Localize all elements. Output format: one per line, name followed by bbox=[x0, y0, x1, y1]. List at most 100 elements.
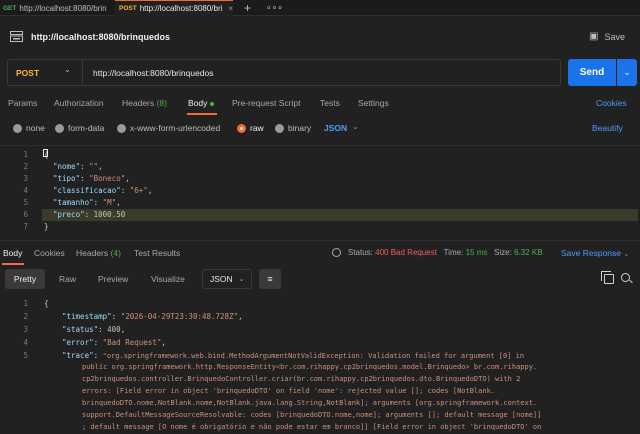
tab-tests[interactable]: Tests bbox=[320, 98, 340, 108]
body-type-label: x-www-form-urlencoded bbox=[130, 123, 221, 133]
tab-bar: GET http://localhost:8080/brin POST http… bbox=[0, 0, 640, 16]
line-number: 4 bbox=[23, 186, 28, 195]
response-tab-cookies[interactable]: Cookies bbox=[34, 248, 65, 258]
active-tab-underline bbox=[187, 113, 217, 115]
code-open-brace: { bbox=[44, 150, 49, 159]
time-label: Time: bbox=[443, 248, 464, 257]
tab-url: http://localhost:8080/brin bbox=[19, 3, 107, 13]
line-number: 7 bbox=[23, 222, 28, 231]
body-type-raw[interactable]: raw bbox=[237, 123, 264, 133]
size-label: Size: bbox=[494, 248, 512, 257]
tab-body-label: Body bbox=[188, 98, 208, 108]
response-status-line: Status: 400 Bad Request Time: 15 ms Size… bbox=[348, 248, 543, 257]
request-title[interactable]: http://localhost:8080/brinquedos bbox=[31, 32, 170, 42]
response-tab-headers[interactable]: Headers (4) bbox=[76, 248, 121, 258]
body-type-form-data[interactable]: form-data bbox=[55, 123, 104, 133]
tab-authorization[interactable]: Authorization bbox=[54, 98, 104, 108]
response-line: "error": "Bad Request", bbox=[62, 338, 166, 347]
response-line: "timestamp": "2026-04-29T23:30:48.728Z", bbox=[62, 312, 243, 321]
radio-selected-icon bbox=[237, 123, 246, 133]
view-raw-button[interactable]: Raw bbox=[59, 274, 76, 284]
url-bar bbox=[7, 59, 561, 86]
body-type-label: none bbox=[26, 123, 45, 133]
line-number: 4 bbox=[23, 338, 28, 347]
chevron-down-icon[interactable]: ⌄ bbox=[64, 65, 71, 74]
send-button[interactable]: Send bbox=[568, 59, 616, 86]
beautify-button[interactable]: Beautify bbox=[592, 123, 623, 133]
method-select[interactable]: POST bbox=[16, 68, 39, 78]
close-icon[interactable]: × bbox=[228, 4, 233, 13]
more-tabs-icon[interactable]: ∘∘∘ bbox=[266, 2, 283, 13]
line-number: 3 bbox=[23, 325, 28, 334]
response-format-select[interactable]: JSON ⌄ bbox=[202, 269, 252, 289]
line-number: 5 bbox=[23, 351, 28, 360]
response-trace-line: errors: [Field error in object 'brinqued… bbox=[82, 387, 496, 395]
response-tab-body[interactable]: Body bbox=[3, 248, 22, 258]
url-input[interactable]: http://localhost:8080/brinquedos bbox=[93, 68, 214, 78]
code-line: "classificacao": "6+", bbox=[53, 186, 153, 195]
headers-count: (4) bbox=[110, 248, 121, 258]
tab-headers-label: Headers bbox=[122, 98, 155, 108]
chevron-down-icon: ⌄ bbox=[238, 276, 245, 283]
response-trace-line: support.DefaultMessageSourceResolvable: … bbox=[82, 411, 542, 419]
tab-body[interactable]: Body bbox=[188, 98, 215, 108]
divider bbox=[82, 60, 83, 85]
tab-method: POST bbox=[119, 5, 137, 12]
body-type-urlencoded[interactable]: x-www-form-urlencoded bbox=[117, 123, 220, 133]
code-close-brace: } bbox=[44, 222, 49, 231]
tab-url: http://localhost:8080/bri bbox=[139, 4, 223, 13]
body-type-none[interactable]: none bbox=[13, 123, 45, 133]
response-trace-line: ; default message [O nome é obrigatório … bbox=[82, 423, 542, 431]
size-value[interactable]: 6.32 KB bbox=[514, 248, 542, 257]
body-type-label: raw bbox=[250, 123, 264, 133]
body-type-label: form-data bbox=[68, 123, 105, 133]
line-number: 1 bbox=[23, 299, 28, 308]
response-tab-test-results[interactable]: Test Results bbox=[134, 248, 180, 258]
line-number: 3 bbox=[23, 174, 28, 183]
tab-get-brinquedos[interactable]: GET http://localhost:8080/brin bbox=[3, 0, 111, 16]
response-trace-line: brinquedoDTO.nome,NotBlank.nome,NotBlank… bbox=[82, 399, 538, 407]
active-tab-underline bbox=[2, 263, 24, 265]
globe-icon[interactable] bbox=[332, 248, 341, 257]
line-number: 6 bbox=[23, 210, 28, 219]
view-pretty-button[interactable]: Pretty bbox=[5, 269, 45, 289]
chevron-down-icon: ⌄ bbox=[623, 251, 630, 258]
body-type-binary[interactable]: binary bbox=[275, 123, 311, 133]
status-value[interactable]: 400 Bad Request bbox=[375, 248, 437, 257]
line-number: 2 bbox=[23, 312, 28, 321]
tab-method: GET bbox=[3, 4, 17, 12]
code-line: "preco": 1000.50 bbox=[53, 210, 126, 219]
tab-params[interactable]: Params bbox=[8, 98, 37, 108]
save-response-button[interactable]: Save Response ⌄ bbox=[561, 248, 629, 258]
radio-icon bbox=[13, 123, 22, 133]
wrap-lines-icon[interactable]: ≡ bbox=[259, 269, 281, 289]
response-format-label: JSON bbox=[210, 274, 233, 284]
cookies-link[interactable]: Cookies bbox=[596, 98, 627, 108]
response-trace-line: cp2brinquedos.controller.BrinquedoContro… bbox=[82, 375, 521, 383]
radio-icon bbox=[117, 123, 126, 133]
view-visualize-button[interactable]: Visualize bbox=[151, 274, 185, 284]
tab-headers[interactable]: Headers (8) bbox=[122, 98, 167, 108]
tab-post-brinquedos[interactable]: POST http://localhost:8080/bri × bbox=[115, 0, 233, 16]
response-trace-line: public org.springframework.http.Response… bbox=[82, 363, 538, 371]
view-preview-button[interactable]: Preview bbox=[98, 274, 128, 284]
save-label: Save bbox=[604, 31, 625, 42]
new-tab-button[interactable]: + bbox=[244, 1, 251, 15]
save-button[interactable]: ▣ Save bbox=[589, 31, 625, 42]
chevron-down-icon[interactable]: ⌄ bbox=[352, 122, 359, 131]
time-value[interactable]: 15 ms bbox=[466, 248, 488, 257]
body-format-select[interactable]: JSON bbox=[324, 123, 347, 133]
body-indicator-dot bbox=[210, 101, 215, 106]
copy-icon[interactable] bbox=[604, 274, 614, 284]
response-tab-headers-label: Headers bbox=[76, 248, 109, 258]
line-number: 1 bbox=[23, 150, 28, 159]
response-line: "status": 400, bbox=[62, 325, 126, 334]
http-request-icon bbox=[10, 31, 23, 42]
tab-settings[interactable]: Settings bbox=[358, 98, 389, 108]
search-icon[interactable] bbox=[621, 273, 630, 282]
send-options-chevron-icon[interactable]: ⌄ bbox=[617, 59, 637, 86]
code-line: "tipo": "Boneco", bbox=[53, 174, 130, 183]
status-label: Status: bbox=[348, 248, 373, 257]
line-number: 2 bbox=[23, 162, 28, 171]
tab-prerequest-script[interactable]: Pre-request Script bbox=[232, 98, 301, 108]
